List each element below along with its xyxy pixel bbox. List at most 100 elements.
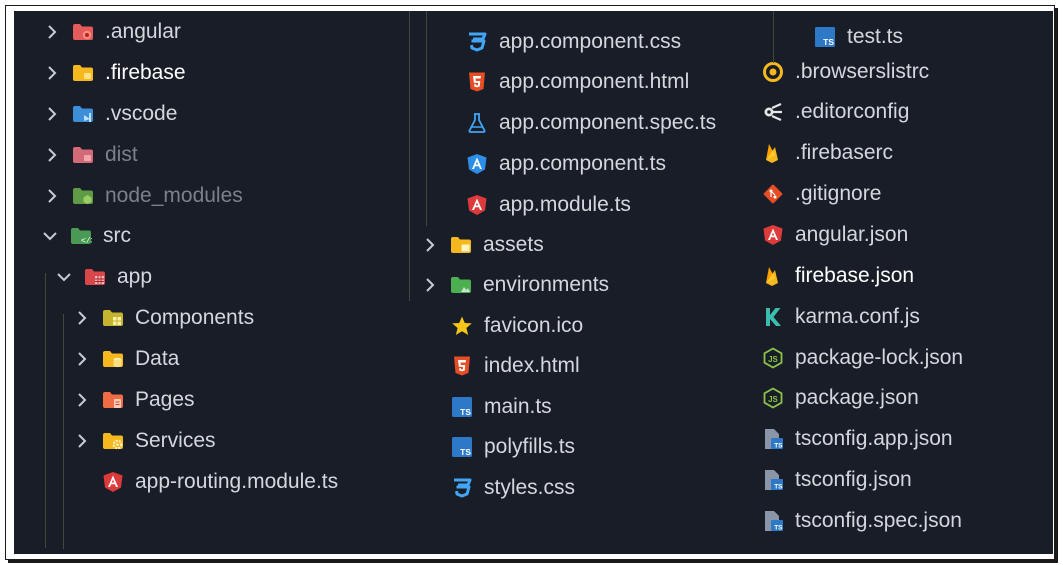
- indent-guide: [45, 273, 46, 548]
- firebase-icon: [762, 265, 784, 287]
- explorer-item-label: angular.json: [795, 223, 909, 246]
- nodejs-icon: JS: [762, 347, 784, 369]
- explorer-item-app-component-spec-ts[interactable]: app.component.spec.ts: [466, 106, 716, 140]
- svg-text:TS: TS: [460, 407, 471, 417]
- folder-firebase-icon: [72, 62, 94, 84]
- explorer-item-components[interactable]: Components: [74, 301, 254, 335]
- explorer-item-gitignore[interactable]: .gitignore: [762, 177, 881, 211]
- folder-data-icon: [102, 348, 124, 370]
- explorer-item-label: tsconfig.app.json: [795, 427, 953, 450]
- typescript-file-icon: TS: [451, 436, 473, 458]
- explorer-item-karma-conf-js[interactable]: karma.conf.js: [762, 300, 920, 334]
- tsconfig-icon: TS: [762, 510, 784, 532]
- explorer-item-tsconfig-spec-json[interactable]: TS tsconfig.spec.json: [762, 504, 962, 538]
- explorer-item-app-routing-module-ts[interactable]: app-routing.module.ts: [102, 465, 338, 499]
- folder-node-icon: [72, 185, 94, 207]
- explorer-item-data[interactable]: Data: [74, 342, 179, 376]
- star-icon: [451, 315, 473, 337]
- explorer-item-index-html[interactable]: index.html: [451, 349, 580, 383]
- explorer-item-label: environments: [483, 273, 610, 296]
- explorer-item-dist[interactable]: dist: [44, 138, 138, 172]
- explorer-item-label: karma.conf.js: [795, 305, 920, 328]
- folder-pages-icon: [102, 389, 124, 411]
- explorer-item-styles-css[interactable]: styles.css: [451, 471, 575, 505]
- explorer-item-pages[interactable]: Pages: [74, 383, 195, 417]
- karma-icon: [762, 306, 784, 328]
- explorer-item-app[interactable]: app: [56, 260, 152, 294]
- explorer-item-label: Services: [135, 429, 216, 452]
- explorer-item-environments[interactable]: environments: [422, 268, 609, 302]
- explorer-item-editorconfig[interactable]: .editorconfig: [762, 95, 909, 129]
- folder-src-icon: </>: [70, 225, 92, 247]
- explorer-item-label: package-lock.json: [795, 346, 964, 369]
- chevron-right-icon[interactable]: [44, 65, 60, 81]
- explorer-item-favicon-ico[interactable]: favicon.ico: [451, 309, 583, 343]
- explorer-item-label: app.component.ts: [499, 152, 666, 175]
- explorer-item-label: app.component.spec.ts: [499, 111, 717, 134]
- nodejs-icon: JS: [762, 387, 784, 409]
- chevron-right-icon[interactable]: [44, 24, 60, 40]
- chevron-right-icon[interactable]: [74, 310, 90, 326]
- browserslist-icon: [762, 61, 784, 83]
- folder-app-icon: [84, 266, 106, 288]
- css-file-icon: [466, 31, 488, 53]
- chevron-right-icon[interactable]: [44, 188, 60, 204]
- explorer-item-vscode[interactable]: .vscode: [44, 97, 177, 131]
- tsconfig-icon: TS: [762, 469, 784, 491]
- explorer-item-label: .firebaserc: [795, 141, 894, 164]
- explorer-item-label: .gitignore: [795, 182, 882, 205]
- explorer-item-app-component-html[interactable]: app.component.html: [466, 65, 689, 99]
- typescript-file-icon: TS: [814, 26, 836, 48]
- explorer-item-label: node_modules: [105, 184, 243, 207]
- explorer-item-angular[interactable]: .angular: [44, 15, 181, 49]
- svg-text:TS: TS: [823, 37, 834, 47]
- explorer-item-app-module-ts[interactable]: app.module.ts: [466, 188, 631, 222]
- chevron-right-icon[interactable]: [74, 392, 90, 408]
- indent-guide: [773, 11, 774, 63]
- explorer-item-tsconfig-json[interactable]: TS tsconfig.json: [762, 463, 912, 497]
- explorer-item-label: tsconfig.json: [795, 468, 912, 491]
- explorer-item-package-json[interactable]: JS package.json: [762, 381, 919, 415]
- explorer-item-label: .browserslistrc: [795, 60, 930, 83]
- explorer-item-firebase-json[interactable]: firebase.json: [762, 259, 914, 293]
- explorer-item-node-modules[interactable]: node_modules: [44, 179, 243, 213]
- chevron-right-icon[interactable]: [44, 147, 60, 163]
- chevron-down-icon[interactable]: [56, 272, 72, 282]
- folder-components-icon: [102, 307, 124, 329]
- explorer-item-services[interactable]: Services: [74, 424, 216, 458]
- explorer-item-label: assets: [483, 233, 544, 256]
- explorer-item-label: polyfills.ts: [484, 435, 576, 458]
- svg-text:TS: TS: [774, 484, 783, 491]
- explorer-item-polyfills-ts[interactable]: TS polyfills.ts: [451, 430, 575, 464]
- explorer-item-main-ts[interactable]: TS main.ts: [451, 390, 552, 424]
- chevron-right-icon[interactable]: [422, 277, 438, 293]
- chevron-right-icon[interactable]: [74, 433, 90, 449]
- svg-text:JS: JS: [768, 355, 778, 364]
- explorer-item-firebase[interactable]: .firebase: [44, 56, 186, 90]
- folder-angular-icon: [72, 21, 94, 43]
- chevron-down-icon[interactable]: [42, 231, 58, 241]
- test-flask-icon: [466, 112, 488, 134]
- explorer-item-label: app-routing.module.ts: [135, 470, 339, 493]
- chevron-right-icon[interactable]: [44, 106, 60, 122]
- explorer-item-label: styles.css: [484, 476, 576, 499]
- explorer-item-app-component-ts[interactable]: app.component.ts: [466, 147, 666, 181]
- chevron-right-icon[interactable]: [422, 237, 438, 253]
- explorer-item-firebaserc[interactable]: .firebaserc: [762, 136, 893, 170]
- explorer-item-test-ts[interactable]: TS test.ts: [814, 20, 903, 54]
- explorer-item-app-component-css[interactable]: app.component.css: [466, 25, 681, 59]
- explorer-item-package-lock-json[interactable]: JS package-lock.json: [762, 341, 963, 375]
- indent-guide: [426, 11, 427, 226]
- explorer-item-label: main.ts: [484, 395, 552, 418]
- angular-component-icon: [466, 153, 488, 175]
- angular-file-icon: [762, 224, 784, 246]
- explorer-item-assets[interactable]: assets: [422, 228, 544, 262]
- html-file-icon: [466, 71, 488, 93]
- explorer-item-label: firebase.json: [795, 264, 915, 287]
- explorer-item-browserslistrc[interactable]: .browserslistrc: [762, 55, 929, 89]
- explorer-item-angular-json[interactable]: angular.json: [762, 218, 908, 252]
- explorer-item-label: tsconfig.spec.json: [795, 509, 962, 532]
- chevron-right-icon[interactable]: [74, 351, 90, 367]
- explorer-item-tsconfig-app-json[interactable]: TS tsconfig.app.json: [762, 422, 953, 456]
- explorer-item-src[interactable]: </> src: [42, 219, 131, 253]
